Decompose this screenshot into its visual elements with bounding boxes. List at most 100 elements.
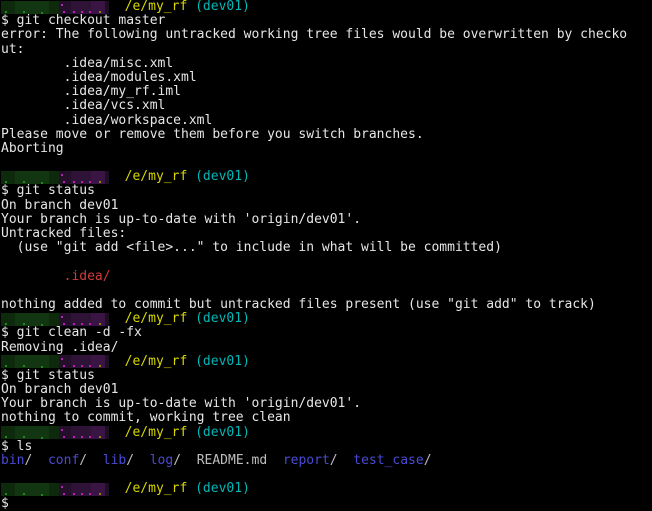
- redaction-speck: [41, 493, 43, 496]
- prompt-gap: [187, 482, 195, 496]
- redaction-speck: [99, 322, 101, 325]
- redaction-speck: [41, 366, 43, 369]
- prompt-git-branch: (dev01): [195, 311, 250, 327]
- redaction-speck: [23, 322, 25, 325]
- prompt-path: /e/my_rf: [124, 481, 188, 497]
- redaction-bar: [49, 482, 59, 496]
- redaction-speck: [5, 492, 7, 495]
- redaction-speck: [81, 10, 83, 13]
- prompt-git-branch: (dev01): [195, 0, 250, 14]
- output-line: error: The following untracked working t…: [1, 27, 628, 43]
- redaction-speck: [23, 180, 25, 183]
- command-line[interactable]: $ ls: [0, 439, 652, 454]
- prompt-line: /e/my_rf (dev01): [0, 482, 652, 496]
- output-line: nothing added to commit but untracked fi…: [1, 296, 596, 312]
- redaction-bar: [49, 0, 59, 14]
- command-line[interactable]: $ git checkout master: [0, 13, 652, 28]
- ls-entry-slash: /: [79, 453, 88, 468]
- redaction-speck: [63, 492, 65, 495]
- untracked-file-line: .idea/: [0, 269, 652, 284]
- redaction-bar: [91, 0, 105, 14]
- redaction-bar: [15, 0, 49, 14]
- redaction-bar: [59, 482, 71, 496]
- redaction-bar: [15, 355, 49, 369]
- output-line: Removing .idea/: [1, 339, 119, 355]
- redaction-speck: [63, 436, 65, 439]
- redaction-speck: [63, 365, 65, 368]
- ls-entry-log[interactable]: log: [150, 453, 173, 468]
- redaction-speck: [89, 180, 91, 183]
- prompt-path: /e/my_rf: [124, 353, 188, 369]
- redaction-speck: [61, 3, 63, 6]
- output-line: (use "git add <file>..." to include in w…: [1, 240, 502, 256]
- ls-entry-conf[interactable]: conf: [48, 453, 79, 468]
- ls-entry-gap: [181, 453, 197, 468]
- redaction-speck: [89, 10, 91, 13]
- redaction-speck: [61, 485, 63, 488]
- ls-entry-report[interactable]: report: [283, 453, 330, 468]
- redacted-user-host: [1, 482, 109, 496]
- terminal-window[interactable]: /e/my_rf (dev01) $ git checkout master err…: [0, 0, 652, 511]
- prompt-separator: [109, 482, 125, 496]
- redaction-bar: [91, 312, 105, 326]
- prompt-separator: [109, 170, 125, 184]
- redaction-bar: [105, 355, 109, 369]
- redaction-speck: [89, 436, 91, 439]
- ls-entry-slash: /: [329, 453, 338, 468]
- redaction-bar: [105, 312, 109, 326]
- prompt-git-branch: (dev01): [195, 424, 250, 440]
- prompt-separator: [109, 312, 125, 326]
- command-line[interactable]: $: [0, 496, 652, 511]
- redaction-bar: [49, 355, 59, 369]
- command-line[interactable]: $ git clean -d -fx: [0, 326, 652, 340]
- command-line[interactable]: $ git status: [0, 368, 652, 383]
- redaction-speck: [61, 315, 63, 318]
- redaction-bar: [105, 426, 109, 440]
- prompt-line: /e/my_rf (dev01): [0, 0, 652, 14]
- redaction-bar: [105, 170, 109, 184]
- redaction-bar: [15, 170, 49, 184]
- command-line[interactable]: $ git status: [0, 184, 652, 198]
- redaction-bar: [91, 355, 105, 369]
- redaction-speck: [23, 436, 25, 439]
- redaction-bar: [91, 170, 105, 184]
- ls-output-row: bin/ conf/ lib/ log/ README.md report/ t…: [0, 453, 652, 468]
- redaction-bar: [49, 426, 59, 440]
- output-line: .idea/my_rf.iml: [1, 84, 182, 100]
- redaction-speck: [73, 10, 75, 13]
- redaction-speck: [5, 322, 7, 325]
- ls-entry-readme-md[interactable]: README.md: [197, 453, 267, 468]
- ls-entry-test-case[interactable]: test_case: [353, 453, 423, 468]
- redaction-speck: [63, 322, 65, 325]
- prompt-gap: [187, 0, 195, 14]
- ls-entry-bin[interactable]: bin: [1, 453, 24, 468]
- prompt-git-branch: (dev01): [195, 353, 250, 369]
- ls-entry-lib[interactable]: lib: [103, 453, 126, 468]
- redaction-bar: [49, 170, 59, 184]
- redaction-speck: [23, 365, 25, 368]
- redacted-user-host: [1, 312, 109, 326]
- redaction-speck: [63, 10, 65, 13]
- redaction-speck: [73, 180, 75, 183]
- ls-entry-slash: /: [173, 453, 182, 468]
- redaction-speck: [41, 11, 43, 14]
- redaction-speck: [99, 180, 101, 183]
- output-line: ut:: [1, 41, 25, 57]
- prompt-path: /e/my_rf: [124, 311, 188, 327]
- redaction-speck: [5, 365, 7, 368]
- output-line: nothing to commit, working tree clean: [1, 410, 291, 426]
- redaction-speck: [89, 492, 91, 495]
- redaction-bar: [59, 312, 71, 326]
- redaction-speck: [81, 436, 83, 439]
- redaction-speck: [73, 492, 75, 495]
- redaction-bar: [1, 170, 15, 184]
- prompt-gap: [187, 170, 195, 184]
- ls-entry-gap: [338, 453, 354, 468]
- prompt-gap: [187, 355, 195, 369]
- redaction-bar: [1, 0, 15, 14]
- redaction-speck: [23, 10, 25, 13]
- prompt-separator: [109, 0, 125, 14]
- redaction-speck: [99, 10, 101, 13]
- redaction-speck: [89, 365, 91, 368]
